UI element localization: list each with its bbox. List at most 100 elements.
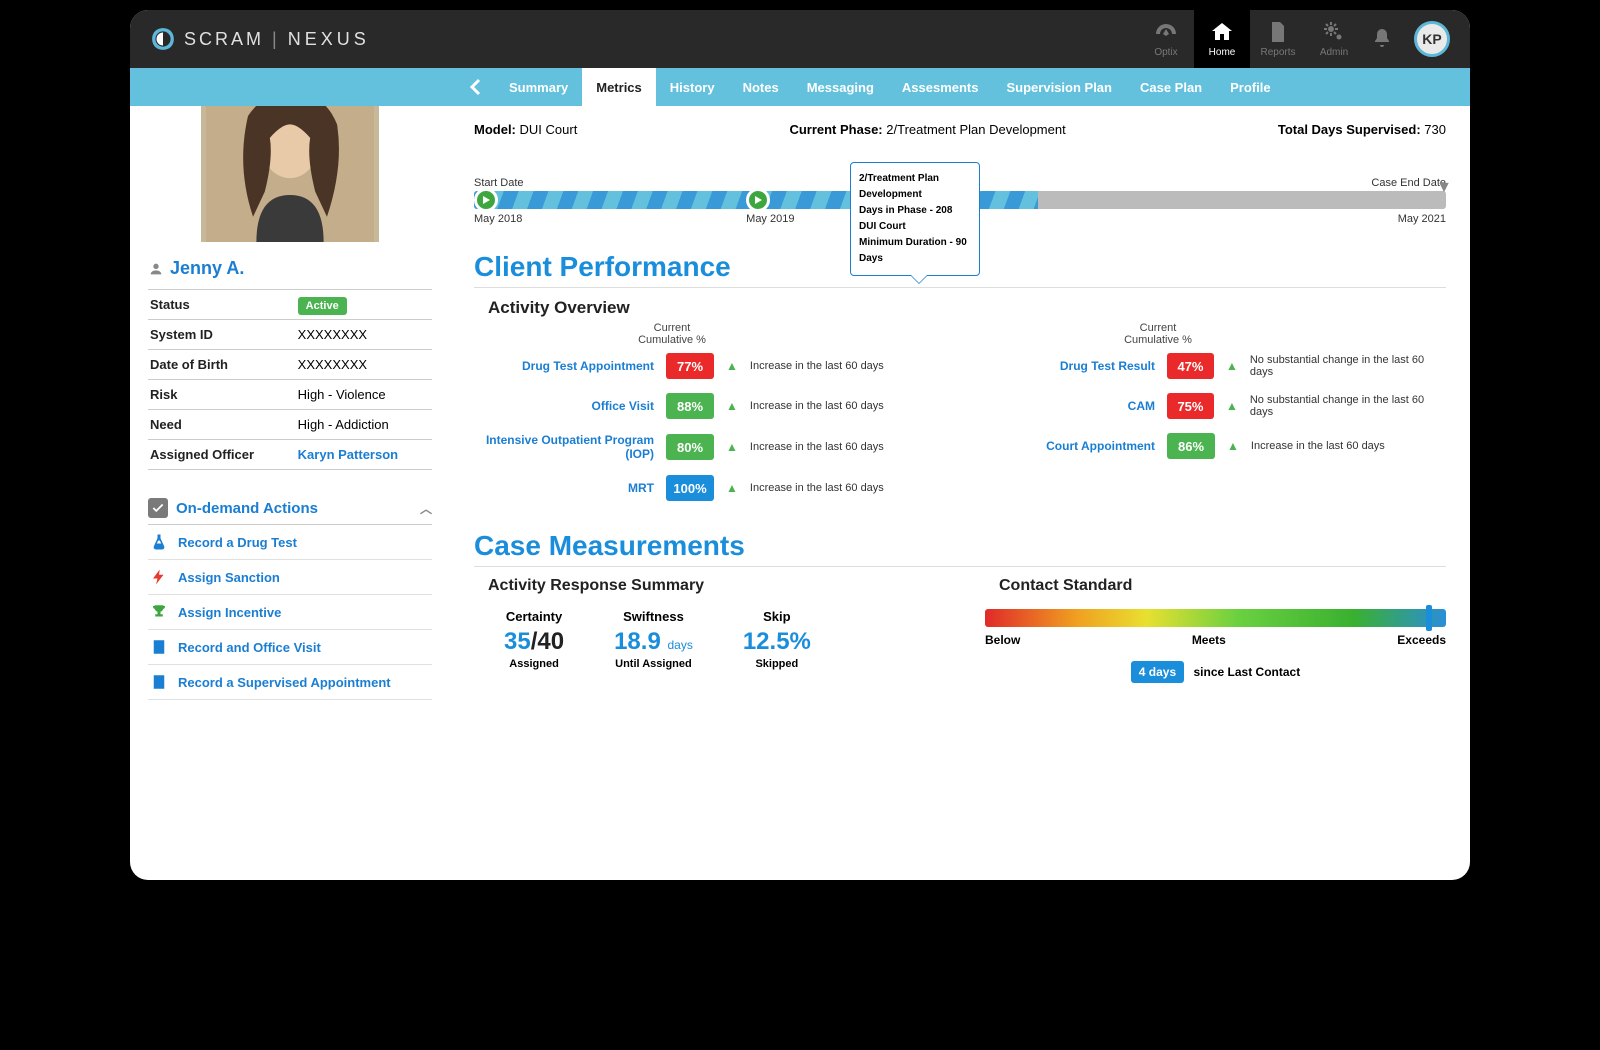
nav-admin[interactable]: Admin <box>1306 10 1362 68</box>
check-icon <box>148 498 168 518</box>
measurements-row: Activity Response Summary Certainty 35/4… <box>474 577 1446 683</box>
ov-label[interactable]: MRT <box>474 481 654 495</box>
ov-label[interactable]: Court Appointment <box>975 439 1155 453</box>
phase-tooltip: 2/Treatment Plan Development Days in Pha… <box>850 162 980 276</box>
col-header-right: CurrentCumulative % <box>870 322 1446 346</box>
tab-history[interactable]: History <box>656 68 729 106</box>
nav-reports[interactable]: Reports <box>1250 10 1306 68</box>
back-button[interactable] <box>455 68 495 106</box>
home-icon <box>1210 20 1234 44</box>
ov-label[interactable]: Intensive Outpatient Program (IOP) <box>474 433 654 461</box>
nav-notifications[interactable] <box>1362 10 1402 68</box>
tab-assesments[interactable]: Assesments <box>888 68 993 106</box>
building-icon <box>150 638 168 656</box>
contact-standard-block: Contact Standard Below Meets Exceeds 4 d… <box>985 577 1446 683</box>
ov-percent: 88% <box>666 393 714 419</box>
tab-messaging[interactable]: Messaging <box>793 68 888 106</box>
contact-marker <box>1426 605 1432 631</box>
trend-up-icon: ▲ <box>726 481 738 495</box>
action-assign-incentive[interactable]: Assign Incentive <box>148 595 432 630</box>
ov-note: No substantial change in the last 60 day… <box>1250 394 1446 418</box>
tab-case-plan[interactable]: Case Plan <box>1126 68 1216 106</box>
swiftness-col: Swiftness 18.9 days Until Assigned <box>614 609 693 670</box>
divider <box>474 287 1446 288</box>
client-name: Jenny A. <box>148 258 432 279</box>
tab-profile[interactable]: Profile <box>1216 68 1284 106</box>
tl-date-4: May 2021 <box>1398 213 1446 225</box>
overview-row: Intensive Outpatient Program (IOP)80%▲In… <box>474 426 945 468</box>
start-date-label: Start Date <box>474 177 524 189</box>
case-measurements-title: Case Measurements <box>474 530 1446 562</box>
actions-header-label: On-demand Actions <box>176 500 318 517</box>
ov-label[interactable]: Drug Test Result <box>975 359 1155 373</box>
action-record-and-office-visit[interactable]: Record and Office Visit <box>148 630 432 665</box>
ov-percent: 86% <box>1167 433 1215 459</box>
app-window: SCRAM | NEXUS Optix Home Reports Admin <box>130 10 1470 880</box>
brand: SCRAM | NEXUS <box>150 26 370 52</box>
trend-up-icon: ▲ <box>1227 439 1239 453</box>
overview-row: CAM 75% ▲ No substantial change in the last… <box>975 386 1446 426</box>
ov-note: Increase in the last 60 days <box>750 400 884 412</box>
person-icon <box>148 261 164 277</box>
cs-title: Contact Standard <box>985 577 1446 595</box>
overview-row: Court Appointment86%▲Increase in the las… <box>975 426 1446 466</box>
phase-marker-2[interactable] <box>746 188 770 212</box>
overview-row: Office Visit 88% ▲ Increase in the last 60 … <box>474 386 945 426</box>
main-content: Model: DUI Court Current Phase: 2/Treatm… <box>450 106 1470 880</box>
document-icon <box>1266 20 1290 44</box>
trophy-icon <box>150 603 168 621</box>
phase-marker-1[interactable] <box>474 188 498 212</box>
cs-since-label: since Last Contact <box>1194 665 1301 679</box>
sidebar: Jenny A. StatusActiveSystem IDXXXXXXXXDa… <box>130 106 450 880</box>
tab-summary[interactable]: Summary <box>495 68 582 106</box>
ars-block: Activity Response Summary Certainty 35/4… <box>474 577 935 683</box>
nav-home[interactable]: Home <box>1194 10 1250 68</box>
trend-up-icon: ▲ <box>726 399 738 413</box>
model-meta: Model: DUI Court <box>474 122 577 137</box>
action-record-a-supervised-appointment[interactable]: Record a Supervised Appointment <box>148 665 432 700</box>
building-icon <box>150 673 168 691</box>
info-row: Date of BirthXXXXXXXX <box>148 350 432 380</box>
officer-link[interactable]: Karyn Patterson <box>298 447 398 462</box>
client-photo <box>195 106 385 248</box>
end-date-label: Case End Date <box>1371 177 1446 189</box>
body: Jenny A. StatusActiveSystem IDXXXXXXXXDa… <box>130 106 1470 880</box>
nav-reports-label: Reports <box>1260 47 1295 58</box>
action-record-a-drug-test[interactable]: Record a Drug Test <box>148 525 432 560</box>
trend-up-icon: ▲ <box>1226 359 1238 373</box>
cs-labels: Below Meets Exceeds <box>985 633 1446 647</box>
bell-icon <box>1370 27 1394 51</box>
info-row: Assigned OfficerKaryn Patterson <box>148 440 432 470</box>
info-row: System IDXXXXXXXX <box>148 320 432 350</box>
tab-supervision-plan[interactable]: Supervision Plan <box>993 68 1126 106</box>
ov-label[interactable]: Office Visit <box>474 399 654 413</box>
user-avatar[interactable]: KP <box>1414 21 1450 57</box>
tl-date-1: May 2018 <box>474 213 522 225</box>
ov-note: Increase in the last 60 days <box>750 482 884 494</box>
tab-notes[interactable]: Notes <box>729 68 793 106</box>
action-assign-sanction[interactable]: Assign Sanction <box>148 560 432 595</box>
ov-label[interactable]: Drug Test Appointment <box>474 359 654 373</box>
ov-note: No substantial change in the last 60 day… <box>1250 354 1446 378</box>
nav-optix[interactable]: Optix <box>1138 10 1194 68</box>
ov-percent: 75% <box>1167 393 1214 419</box>
subnav: SummaryMetricsHistoryNotesMessagingAsses… <box>130 68 1470 106</box>
brand-divider: | <box>272 29 280 50</box>
tab-metrics[interactable]: Metrics <box>582 68 656 106</box>
trend-up-icon: ▲ <box>1226 399 1238 413</box>
total-days-meta: Total Days Supervised: 730 <box>1278 122 1446 137</box>
contact-gradient <box>985 609 1446 627</box>
ars-columns: Certainty 35/40 Assigned Swiftness 18.9 … <box>474 609 935 670</box>
chevron-left-icon <box>469 78 481 96</box>
skip-col: Skip 12.5% Skipped <box>743 609 811 670</box>
info-row: NeedHigh - Addiction <box>148 410 432 440</box>
bolt-icon <box>150 568 168 586</box>
divider-2 <box>474 566 1446 567</box>
ov-label[interactable]: CAM <box>975 399 1155 413</box>
cs-days-badge: 4 days <box>1131 661 1184 683</box>
gears-icon <box>1322 20 1346 44</box>
nav-admin-label: Admin <box>1320 47 1348 58</box>
flask-icon <box>150 533 168 551</box>
status-badge: Active <box>298 297 347 315</box>
actions-toggle[interactable]: On-demand Actions ︿ <box>148 492 432 525</box>
